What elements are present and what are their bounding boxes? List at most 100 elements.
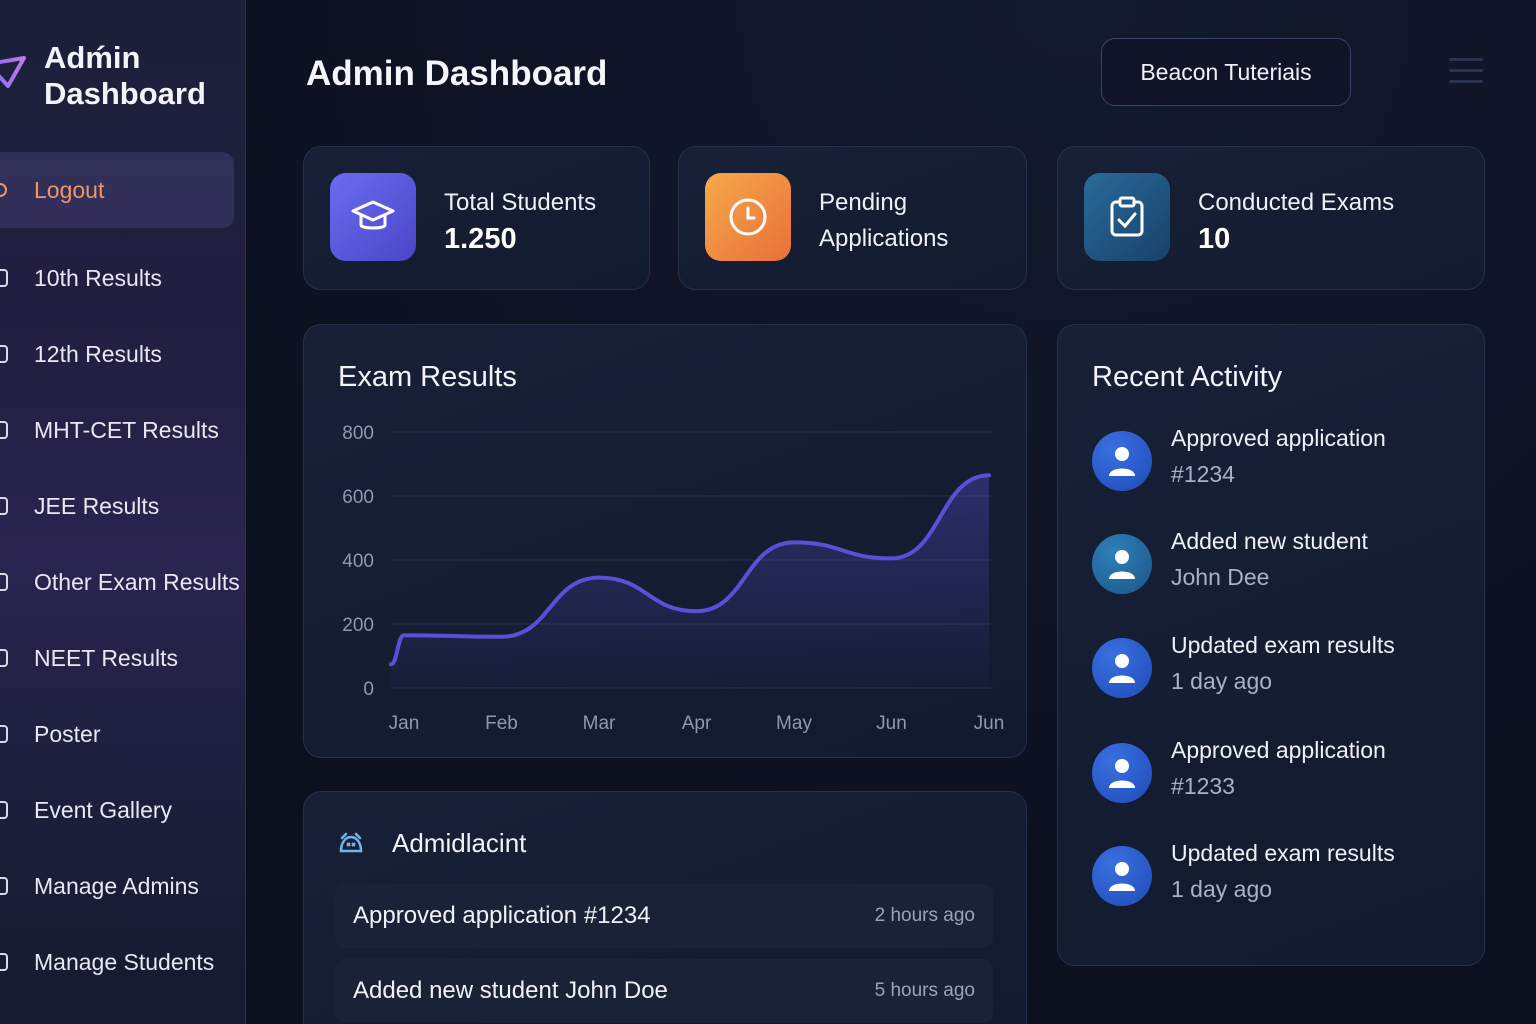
activity-item[interactable]: Approved application #1233: [1092, 737, 1472, 817]
activity-detail: #1234: [1171, 461, 1235, 487]
org-selector-button[interactable]: Beacon Tuteriais: [1101, 38, 1351, 106]
sidebar-item-label: 10th Results: [34, 264, 162, 291]
brand-line-1: Adḿin: [44, 40, 141, 75]
sidebar-item-label: NEET Results: [34, 644, 179, 671]
activity-item[interactable]: Added new student John Dee: [1092, 528, 1472, 608]
stat-icon-tile: [705, 173, 791, 261]
stat-value: 1.250: [444, 223, 517, 255]
avatar: [1092, 743, 1152, 803]
sidebar-item-event-gallery[interactable]: Event Gallery: [0, 772, 246, 848]
activity-text: Updated exam results: [1171, 840, 1395, 866]
sidebar-item-label: Event Gallery: [34, 796, 173, 823]
sidebar-item-label: Manage Admins: [34, 872, 199, 899]
admin-activity-card: Admidlacint Approved application #1234 2…: [303, 791, 1027, 1024]
stat-card-conducted-exams: Conducted Exams 10: [1057, 146, 1485, 290]
stat-label: Total Students: [444, 189, 597, 216]
stat-card-pending-applications: Pending Applications: [678, 146, 1027, 290]
activity-item[interactable]: Updated exam results 1 day ago: [1092, 632, 1472, 712]
activity-detail: John Dee: [1171, 564, 1270, 590]
user-icon: [1109, 862, 1135, 891]
recent-activity-title: Recent Activity: [1092, 361, 1283, 393]
exam-results-chart: 0 200 400 600 800 Jan Feb Mar Apr May Jun Jun: [342, 423, 1005, 734]
chart-area-fill: [391, 475, 989, 688]
stat-icon-tile: [330, 173, 416, 261]
y-tick-label: 800: [342, 423, 374, 444]
power-icon: [0, 183, 7, 197]
y-tick-label: 200: [342, 615, 374, 636]
recent-activity-card: Recent Activity Approved application #12…: [1057, 324, 1485, 966]
sidebar-item-10th-results[interactable]: 10th Results: [0, 240, 246, 316]
document-icon: [0, 345, 8, 363]
avatar: [1092, 638, 1152, 698]
users-icon: [0, 953, 8, 971]
activity-text: Added new student: [1171, 528, 1368, 554]
sidebar-item-label: 12th Results: [34, 340, 162, 367]
list-item[interactable]: Added new student John Doe 5 hours ago: [335, 959, 993, 1023]
activity-text: Approved application: [1171, 425, 1386, 451]
sidebar-item-label: Other Exam Results: [34, 568, 240, 595]
sidebar: Adḿin Dashboard Logout 10th Results 12th…: [0, 0, 246, 1024]
stat-value: 10: [1198, 223, 1231, 255]
sidebar-item-other-exam-results[interactable]: Other Exam Results: [0, 544, 246, 620]
stat-label-line-1: Pending: [819, 189, 908, 216]
user-icon: [1109, 654, 1135, 683]
activity-text: Updated exam results: [1171, 632, 1395, 658]
sidebar-item-label: Logout: [34, 176, 105, 203]
exam-results-card: Exam Results 0 200 400 600 800 Jan Feb Mar Apr Ma…: [303, 324, 1027, 758]
y-tick-label: 600: [342, 487, 374, 508]
app-root: Adḿin Dashboard Logout 10th Results 12th…: [0, 0, 1536, 1024]
document-icon: [0, 421, 8, 439]
x-tick-label: Mar: [583, 713, 616, 734]
x-tick-label: Jun: [974, 713, 1005, 734]
document-icon: [0, 573, 8, 591]
sidebar-item-manage-admins[interactable]: Manage Admins: [0, 848, 246, 924]
stat-icon-tile: [1084, 173, 1170, 261]
sidebar-item-label: MHT-CET Results: [34, 416, 219, 443]
stat-label: Conducted Exams: [1198, 189, 1395, 216]
activity-item[interactable]: Updated exam results 1 day ago: [1092, 840, 1472, 920]
stat-label: Pending Applications: [819, 185, 948, 257]
sidebar-item-jee-results[interactable]: JEE Results: [0, 468, 246, 544]
avatar: [1092, 534, 1152, 594]
document-icon: [0, 649, 8, 667]
y-tick-label: 400: [342, 551, 374, 572]
sidebar-item-poster[interactable]: Poster: [0, 696, 246, 772]
user-icon: [1109, 759, 1135, 788]
graduation-cap-icon: [351, 200, 395, 230]
page-title: Admin Dashboard: [306, 54, 608, 93]
list-item[interactable]: Approved application #1234 2 hours ago: [335, 884, 993, 948]
activity-detail: 1 day ago: [1171, 876, 1273, 902]
sidebar-item-12th-results[interactable]: 12th Results: [0, 316, 246, 392]
list-item-time: 5 hours ago: [874, 980, 975, 1001]
activity-item[interactable]: Approved application #1234: [1092, 425, 1472, 505]
activity-detail: 1 day ago: [1171, 668, 1273, 694]
brand-logo-icon: [0, 56, 26, 88]
sidebar-item-mht-cet-results[interactable]: MHT-CET Results: [0, 392, 246, 468]
stat-label-line-2: Applications: [819, 225, 949, 252]
x-tick-label: Jun: [876, 713, 907, 734]
user-icon: [1109, 447, 1135, 476]
brand-title: Adḿin Dashboard: [44, 40, 206, 112]
clipboard-check-icon: [1110, 196, 1144, 237]
user-icon: [0, 269, 8, 287]
list-item-text: Approved application #1234: [353, 902, 651, 929]
list-item-time: 2 hours ago: [874, 905, 975, 926]
brand-line-2: Dashboard: [44, 76, 206, 111]
hamburger-menu-icon[interactable]: [1449, 58, 1483, 86]
image-icon: [0, 725, 8, 743]
list-item-text: Added new student John Doe: [353, 977, 668, 1004]
sidebar-nav: Logout 10th Results 12th Results MHT-CET…: [0, 152, 246, 1000]
sidebar-item-label: Poster: [34, 720, 101, 747]
admin-activity-title: Admidlacint: [392, 828, 527, 858]
avatar: [1092, 431, 1152, 491]
x-tick-label: Apr: [682, 713, 712, 734]
sidebar-item-manage-students[interactable]: Manage Students: [0, 924, 246, 1000]
user-icon: [1109, 550, 1135, 579]
activity-text: Approved application: [1171, 737, 1386, 763]
sidebar-item-label: Manage Students: [34, 948, 215, 975]
clock-icon: [729, 198, 767, 236]
x-tick-label: Feb: [485, 713, 518, 734]
sidebar-item-logout[interactable]: Logout: [0, 152, 234, 228]
sidebar-item-neet-results[interactable]: NEET Results: [0, 620, 246, 696]
admin-activity-icon: [339, 832, 363, 853]
